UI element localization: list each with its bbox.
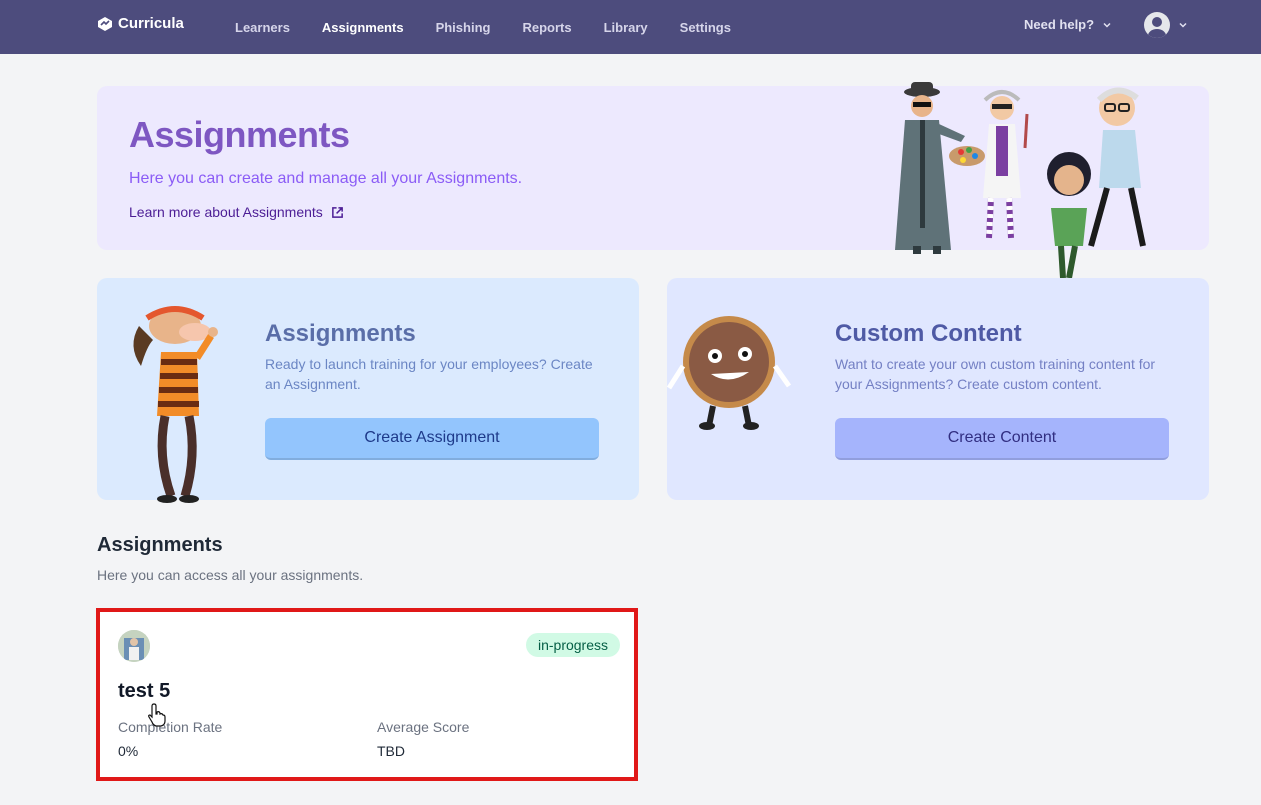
nav-library[interactable]: Library <box>604 20 648 35</box>
hand-pointer-cursor-icon <box>148 703 166 727</box>
chevron-down-icon <box>1103 22 1111 28</box>
card-title: Custom Content <box>835 320 1022 347</box>
user-menu[interactable] <box>1144 12 1188 38</box>
section-subtitle: Here you can access all your assignments… <box>97 567 364 583</box>
completion-rate-value: 0% <box>118 743 139 759</box>
nav-settings[interactable]: Settings <box>680 20 731 35</box>
user-avatar-icon <box>1144 12 1170 38</box>
status-badge: in-progress <box>525 633 620 657</box>
help-label: Need help? <box>1024 17 1095 32</box>
card-description: Want to create your own custom training … <box>835 356 1156 392</box>
nav-learners[interactable]: Learners <box>235 20 290 35</box>
page-subtitle: Here you can create and manage all your … <box>129 170 523 187</box>
card-description: Ready to launch training for your employ… <box>265 356 593 392</box>
create-content-button[interactable]: Create Content <box>835 418 1169 460</box>
assignment-name: test 5 <box>118 680 171 702</box>
create-assignment-button[interactable]: Create Assignment <box>265 418 599 460</box>
cookie-mascot-illustration <box>667 316 792 430</box>
create-assignment-card: Assignments Ready to launch training for… <box>97 278 639 503</box>
completion-rate-label: Completion Rate <box>118 719 223 735</box>
main-nav: Learners Assignments Phishing Reports Li… <box>235 0 763 54</box>
brand-name: Curricula <box>118 15 184 32</box>
learn-more-label: Learn more about Assignments <box>129 204 323 220</box>
average-score-value: TBD <box>377 743 405 759</box>
top-navbar: Curricula Learners Assignments Phishing … <box>0 0 1261 54</box>
nav-assignments[interactable]: Assignments <box>322 20 404 35</box>
brand-logo[interactable]: Curricula <box>97 15 184 32</box>
nav-phishing[interactable]: Phishing <box>436 20 491 35</box>
character-illustration <box>133 306 218 503</box>
chevron-down-icon <box>1179 22 1187 28</box>
page-title: Assignments <box>129 114 350 155</box>
characters-illustration <box>895 82 1146 279</box>
create-content-card: Custom Content Want to create your own c… <box>667 278 1209 500</box>
help-menu[interactable]: Need help? <box>1024 17 1112 32</box>
learn-more-link[interactable]: Learn more about Assignments <box>129 204 344 220</box>
curricula-logo-icon <box>98 16 112 31</box>
nav-reports[interactable]: Reports <box>522 20 571 35</box>
external-link-icon <box>331 206 343 218</box>
assignment-thumbnail-icon <box>118 630 150 662</box>
section-title: Assignments <box>97 534 223 556</box>
card-title: Assignments <box>265 320 416 347</box>
average-score-label: Average Score <box>377 719 470 735</box>
assignment-card[interactable]: in-progress test 5 Completion Rate 0% Av… <box>96 608 638 781</box>
